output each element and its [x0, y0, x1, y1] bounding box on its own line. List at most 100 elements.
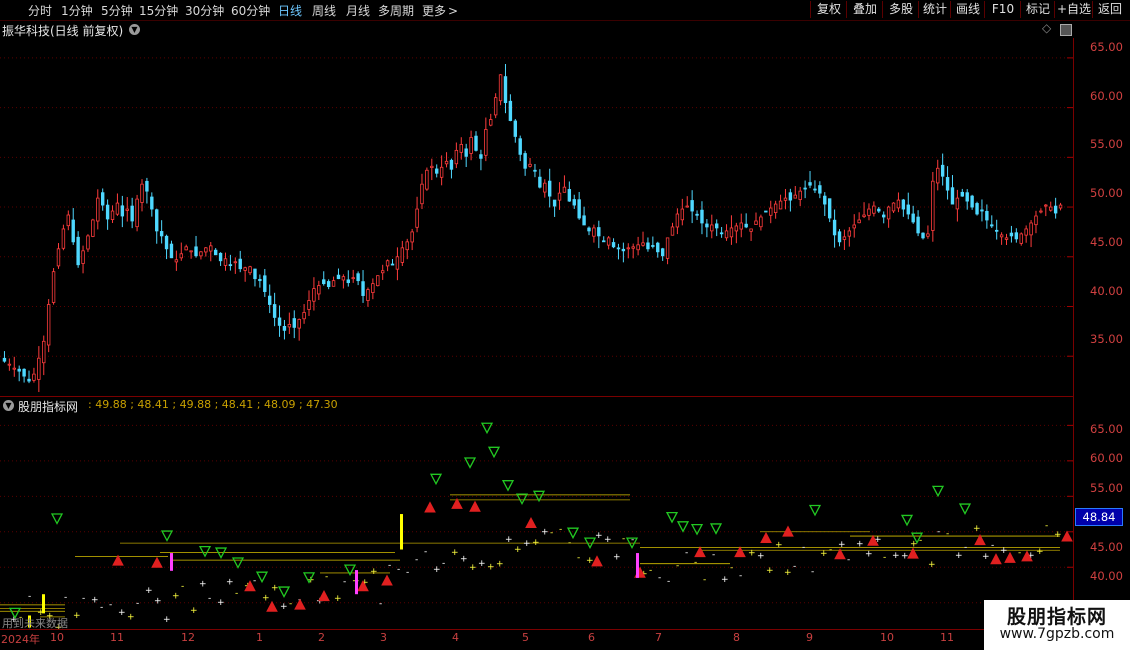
up-triangle-marker [381, 574, 393, 586]
up-triangle-marker [1061, 530, 1073, 542]
candle-body [862, 214, 866, 217]
candle-body [886, 206, 891, 220]
date-label: 2024年 [1, 633, 40, 646]
candle-body [931, 180, 935, 231]
candle-body [439, 166, 444, 178]
candle-body [827, 198, 832, 219]
candle-body [32, 373, 36, 381]
plus-mark: + [532, 538, 540, 548]
down-triangle-marker [808, 504, 822, 517]
candle-body [37, 357, 41, 380]
tab-daily[interactable]: 日线 [278, 2, 302, 19]
signal-bar [170, 553, 173, 571]
tab-minute-chart[interactable]: 分时 [28, 2, 52, 19]
candle-body [700, 209, 704, 224]
date-axis-line [0, 629, 984, 630]
candle-body [891, 202, 896, 212]
candle-body [818, 185, 822, 194]
candle-body [189, 250, 193, 253]
down-triangle-marker [255, 571, 269, 584]
plus-mark: + [982, 552, 990, 562]
candle-body [715, 223, 719, 229]
down-triangle-marker [676, 521, 690, 533]
mark-button[interactable]: 标记 [1020, 1, 1055, 18]
fuquan-button[interactable]: 复权 [810, 1, 847, 18]
candle-body [602, 240, 606, 243]
diamond-icon[interactable]: ◇ [1042, 21, 1051, 35]
candle-body [484, 129, 488, 156]
candle-body [877, 208, 881, 212]
plus-mark: - [991, 540, 994, 550]
stock-title: 振华科技(日线 前复权) [2, 24, 124, 38]
plus-mark: + [73, 611, 81, 621]
candle-body [896, 199, 901, 209]
tab-weekly[interactable]: 周线 [312, 2, 336, 19]
candle-body [528, 163, 532, 167]
tab-60min[interactable]: 60分钟 [231, 2, 270, 19]
candle-body [292, 318, 296, 328]
candle-body [248, 266, 252, 274]
candle-body [837, 231, 842, 243]
candle-body [272, 304, 277, 318]
candle-body [479, 154, 483, 159]
candle-body [125, 208, 129, 211]
candle-body [641, 242, 645, 246]
candle-body [543, 182, 547, 193]
candle-body [936, 167, 940, 184]
candle-body [852, 224, 856, 229]
tab-more[interactable]: 更多 > [422, 2, 458, 19]
candle-body [1029, 222, 1033, 236]
indicator-chart[interactable]: +--+++-+-+--++-++++-++-++-+-+++--++-+-++… [0, 397, 1073, 629]
candle-body [940, 164, 945, 177]
f10-button[interactable]: F10 [984, 1, 1021, 18]
period-toolbar: 分时 1分钟 5分钟 15分钟 30分钟 60分钟 日线 周线 月线 多周期 更… [0, 0, 1130, 21]
tab-multi-period[interactable]: 多周期 [378, 2, 414, 19]
plus-mark: + [928, 560, 936, 570]
candle-body [2, 357, 7, 362]
candle-body [1004, 237, 1009, 240]
candle-body [945, 177, 950, 191]
down-triangle-marker [532, 490, 546, 503]
candle-body [906, 204, 910, 215]
candle-body [115, 202, 120, 215]
candle-body [926, 233, 930, 237]
candle-body [12, 367, 16, 370]
plus-mark: + [163, 615, 171, 625]
plus-mark: - [685, 548, 688, 558]
watermark-logo: 股朋指标网 www.7gpzb.com [984, 600, 1130, 650]
date-label: 11 [940, 631, 954, 644]
candle-body [498, 74, 503, 102]
tab-15min[interactable]: 15分钟 [139, 2, 178, 19]
tab-30min[interactable]: 30分钟 [185, 2, 224, 19]
back-button[interactable]: 返回 [1092, 1, 1127, 18]
tab-monthly[interactable]: 月线 [346, 2, 370, 19]
candle-body [81, 250, 85, 264]
candle-body [523, 153, 527, 169]
candle-body [1049, 206, 1053, 211]
panel-toggle-icon[interactable] [1060, 24, 1072, 36]
plus-mark: + [190, 606, 198, 616]
plus-mark: + [892, 551, 900, 561]
overlay-button[interactable]: 叠加 [846, 1, 883, 18]
current-value-badge: 48.84 [1075, 508, 1123, 526]
chevron-down-icon[interactable]: ▼ [129, 24, 140, 35]
draw-line-button[interactable]: 画线 [950, 1, 985, 18]
tab-1min[interactable]: 1分钟 [61, 2, 93, 19]
plus-mark: - [208, 594, 211, 604]
multi-stock-button[interactable]: 多股 [882, 1, 919, 18]
candlestick-chart[interactable] [0, 38, 1073, 396]
candle-body [297, 319, 301, 329]
candle-body [508, 100, 513, 121]
statistics-button[interactable]: 统计 [918, 1, 951, 18]
candle-body [670, 226, 675, 236]
down-triangle-marker [566, 527, 580, 540]
candle-body [380, 270, 385, 274]
tab-5min[interactable]: 5分钟 [101, 2, 133, 19]
add-watchlist-button[interactable]: +自选 [1054, 1, 1093, 18]
candle-body [312, 288, 316, 302]
candle-body [489, 119, 493, 126]
date-label: 11 [110, 631, 124, 644]
candle-body [213, 249, 218, 256]
candle-body [847, 230, 852, 237]
plus-mark: + [820, 549, 828, 559]
